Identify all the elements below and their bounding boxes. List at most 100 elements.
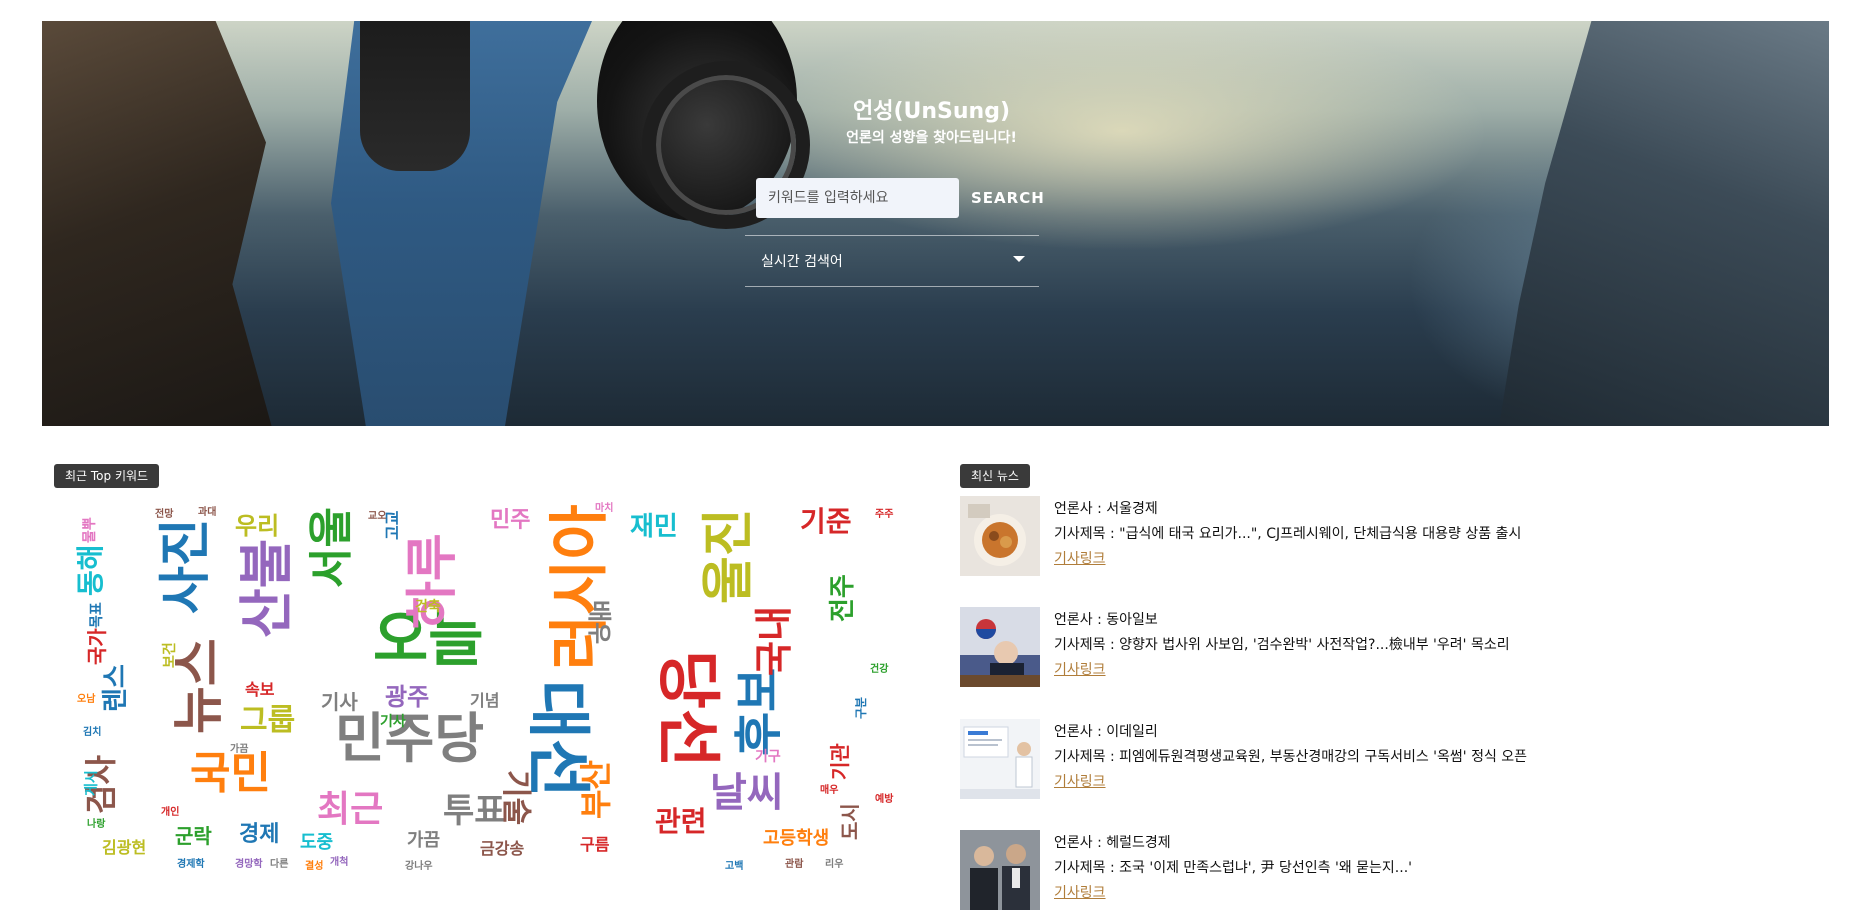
news-thumbnail[interactable] [960,830,1040,910]
news-item: 언론사 : 헤럴드경제기사제목 : 조국 '이제 만족스럽냐', 尹 당선인측 … [960,830,1840,914]
search-button[interactable]: SEARCH [963,178,1053,218]
news-press: 언론사 : 이데일리 [1054,724,1158,740]
news-thumbnail[interactable] [960,607,1040,687]
cloud-word: 금강송 [480,839,525,858]
news-title: 기사제목 : 피엠에듀원격평생교육원, 부동산경매강의 구독서비스 '옥썸' 정… [1054,749,1528,765]
cloud-word: 기구 [755,749,781,765]
cloud-word: 가끔 [230,744,249,755]
top-keywords-tag: 최근 Top 키워드 [54,464,160,488]
cloud-word: 기사 [380,714,406,730]
cloud-word: 고등학생 [763,828,830,849]
hero-rock-right [1499,21,1829,426]
news-item: 언론사 : 서울경제기사제목 : "급식에 태국 요리가...", CJ프레시웨… [960,496,1840,580]
cloud-word: 마치 [595,503,614,514]
cloud-word: 군락 [175,824,212,848]
news-press: 언론사 : 서울경제 [1054,501,1158,517]
cloud-word: 동해 [74,544,107,596]
latest-news-tag: 최신 뉴스 [960,464,1030,488]
keyword-word-cloud: 대선 당선 오늘 러시아 민주당 하루 사진 뉴스 울진 산불 서울 후보 국민 국내 날씨 최근 투표 부산 관련… [55,490,911,902]
cloud-word: 주주 [875,509,894,520]
news-link[interactable]: 기사링크 [1054,548,1106,568]
cloud-word: 민주당 [335,707,485,770]
cloud-word: 김광현 [102,838,147,857]
cloud-word: 광주 [385,683,430,711]
cloud-word: 고교 [383,510,402,540]
cloud-word: 리우 [825,859,844,870]
cloud-word: 뉴스 [169,638,229,734]
cloud-word: 우리 [235,512,280,540]
cloud-word: 배우 [585,600,613,645]
cloud-word: 기관 [828,743,852,780]
news-item: 언론사 : 동아일보기사제목 : 양향자 법사위 사보임, '검수완박' 사전작… [960,607,1840,691]
news-thumbnail[interactable] [960,719,1040,799]
cloud-word: 그룹 [240,703,296,738]
cloud-word: 나랑 [87,819,106,830]
site-title: 언성(UnSung) [852,99,1011,124]
site-subtitle: 언론의 성향을 찾아드립니다! [846,130,1017,146]
cloud-word: 오남 [77,694,96,705]
hero-banner [42,21,1829,426]
cloud-word: 부산 [577,760,615,819]
cloud-word: 당선 [650,650,724,768]
cloud-word: 국민 [190,748,271,799]
news-press: 언론사 : 동아일보 [1054,612,1158,628]
cloud-word: 교오 [368,511,387,522]
cloud-word: 전주 [828,574,858,622]
cloud-word: 목표 [89,602,105,628]
cloud-word: 건축 [415,599,441,615]
news-title: 기사제목 : 양향자 법사위 사보임, '검수완박' 사전작업?...檢내부 '… [1054,637,1510,653]
cloud-word: 기념 [470,691,500,710]
cloud-word: 렌스 [101,664,131,712]
cloud-word: 울진 [699,508,759,604]
cloud-word: 서울 [306,507,357,588]
cloud-word: 민주 [490,508,531,533]
cloud-word: 국가 [85,628,109,665]
cloud-word: 날씨 [710,770,784,816]
keyword-search-input[interactable] [756,178,959,218]
cloud-word: 기사 [321,690,358,714]
cloud-word: 국내 [752,606,796,676]
cloud-word: 도중 [300,832,334,853]
news-title: 기사제목 : "급식에 태국 요리가...", CJ프레시웨이, 단체급식용 대… [1054,526,1522,542]
cloud-word: 재민 [630,512,678,542]
cloud-word: 매우 [820,785,839,796]
cloud-word: 건강 [870,664,889,675]
news-title: 기사제목 : 조국 '이제 만족스럽냐', 尹 당선인측 '왜 묻는지...' [1054,860,1412,876]
cloud-word: 후보 [731,667,787,756]
cloud-word: 러시아 [545,504,615,670]
cloud-word: 경망학 [235,859,263,870]
cloud-word: 투표 [443,791,506,831]
news-press: 언론사 : 헤럴드경제 [1054,835,1171,851]
cloud-word: 기술 [498,770,533,826]
cloud-word: 다른 [270,859,289,870]
cloud-word: 전망 [155,509,174,520]
cloud-word: 고백 [725,861,744,872]
cloud-word: 경제 [239,822,280,847]
cloud-word: 강나우 [405,861,433,872]
cloud-word: 경제학 [177,859,205,870]
cloud-word: 도시 [838,803,862,840]
cloud-word: 산불 [235,538,298,638]
cloud-word: 관람 [785,859,804,870]
cloud-word: 물뿌 [82,517,98,543]
cloud-word: 개인 [161,807,180,818]
cloud-word: 보건 [162,642,178,668]
cloud-word: 구름 [580,835,610,854]
news-link[interactable]: 기사링크 [1054,771,1106,791]
news-link[interactable]: 기사링크 [1054,659,1106,679]
cloud-word: 관련 [655,805,707,838]
cloud-word: 과대 [198,507,217,518]
cloud-word: 기준 [800,505,852,538]
caret-down-icon [1013,256,1025,262]
news-thumbnail[interactable] [960,496,1040,576]
cloud-word: 최근 [317,789,384,830]
news-item: 언론사 : 이데일리기사제목 : 피엠에듀원격평생교육원, 부동산경매강의 구독… [960,719,1840,803]
cloud-word: 가끔 [407,830,441,851]
realtime-keywords-dropdown[interactable]: 실시간 검색어 [745,235,1039,287]
cloud-word: 구분 [854,696,868,719]
cloud-word: 예방 [875,794,894,805]
cloud-word: 김치 [83,727,102,738]
cloud-word: 속보 [245,680,275,699]
news-link[interactable]: 기사링크 [1054,882,1106,902]
cloud-word: 게시 [84,770,100,796]
